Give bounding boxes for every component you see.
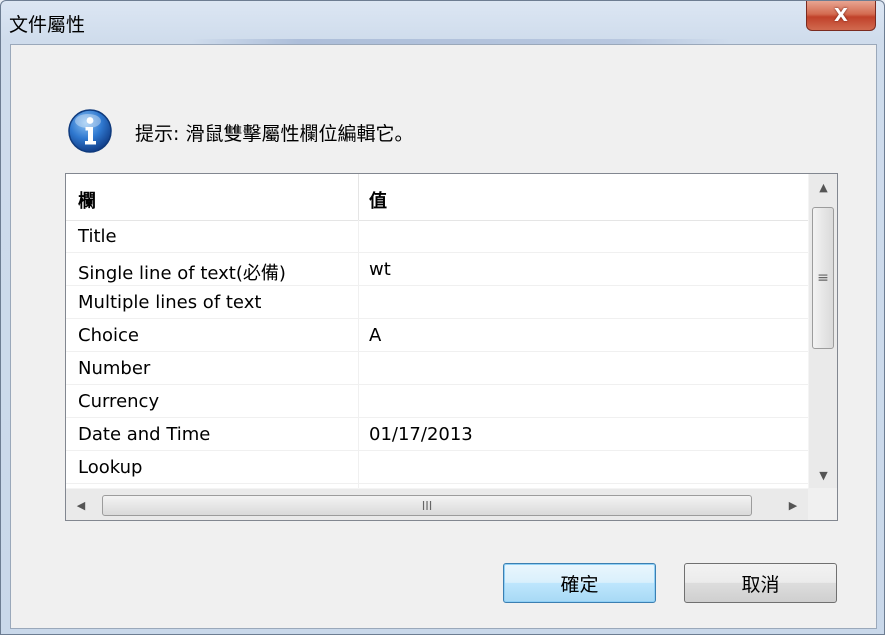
table-row[interactable]: Single line of text(必備) wt	[66, 253, 808, 286]
list-body: Title Single line of text(必備) wt Multiple l…	[66, 220, 808, 517]
hint-text: 提示: 滑鼠雙擊屬性欄位編輯它。	[135, 123, 414, 145]
field-name-cell[interactable]: Title	[78, 226, 117, 247]
field-name-cell[interactable]: Currency	[78, 391, 159, 412]
column-gridline	[358, 286, 359, 318]
scroll-left-button[interactable]: ◀	[66, 489, 96, 520]
horizontal-scrollbar[interactable]: ◀ III ▶	[66, 488, 808, 520]
properties-list[interactable]: 欄 值 Title Single line of text(必備) wt Multip…	[65, 173, 838, 521]
scroll-down-button[interactable]: ▼	[809, 462, 837, 488]
list-header: 欄 值	[66, 174, 808, 221]
column-gridline	[358, 352, 359, 384]
column-gridline	[358, 418, 359, 450]
column-gridline	[358, 220, 359, 252]
column-gridline	[358, 253, 359, 285]
close-button[interactable]: X	[806, 1, 876, 31]
table-row[interactable]: Choice A	[66, 319, 808, 352]
vertical-scroll-thumb[interactable]: ≡	[812, 207, 834, 349]
column-header-field[interactable]: 欄	[78, 187, 96, 213]
vertical-scrollbar[interactable]: ▲ ≡ ▼	[808, 174, 837, 488]
field-name-cell[interactable]: Single line of text(必備)	[78, 259, 286, 285]
field-name-cell[interactable]: Date and Time	[78, 424, 210, 445]
title-bar[interactable]: 文件屬性 X	[1, 1, 884, 47]
table-row[interactable]: Date and Time 01/17/2013	[66, 418, 808, 451]
cancel-button[interactable]: 取消	[684, 563, 837, 603]
column-gridline	[358, 319, 359, 351]
table-row[interactable]: Number	[66, 352, 808, 385]
field-name-cell[interactable]: Multiple lines of text	[78, 292, 261, 313]
column-header-value[interactable]: 值	[369, 187, 387, 213]
horizontal-scroll-thumb[interactable]: III	[102, 495, 752, 516]
table-row[interactable]: Lookup	[66, 451, 808, 484]
field-name-cell[interactable]: Number	[78, 358, 150, 379]
table-row[interactable]: Multiple lines of text	[66, 286, 808, 319]
window-title: 文件屬性	[9, 14, 86, 36]
ok-button[interactable]: 確定	[503, 563, 656, 603]
table-row[interactable]: Title	[66, 220, 808, 253]
column-gridline	[358, 451, 359, 483]
field-name-cell[interactable]: Choice	[78, 325, 139, 346]
info-icon	[68, 109, 112, 153]
table-row[interactable]: Currency	[66, 385, 808, 418]
field-value-cell[interactable]: A	[369, 325, 381, 346]
field-name-cell[interactable]: Lookup	[78, 457, 142, 478]
column-divider[interactable]	[358, 174, 359, 220]
scroll-up-button[interactable]: ▲	[809, 174, 837, 200]
scroll-right-button[interactable]: ▶	[778, 489, 808, 520]
column-gridline	[358, 385, 359, 417]
field-value-cell[interactable]: 01/17/2013	[369, 424, 473, 445]
field-value-cell[interactable]: wt	[369, 259, 391, 280]
scrollbar-corner	[808, 488, 837, 520]
